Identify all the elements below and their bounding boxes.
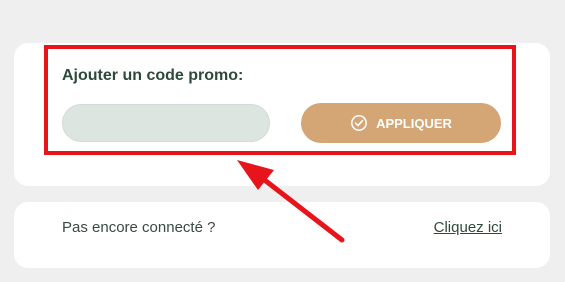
highlight-box	[44, 45, 516, 155]
login-card: Pas encore connecté ? Cliquez ici	[14, 202, 550, 268]
login-prompt: Pas encore connecté ?	[62, 219, 216, 236]
login-link[interactable]: Cliquez ici	[434, 219, 502, 236]
